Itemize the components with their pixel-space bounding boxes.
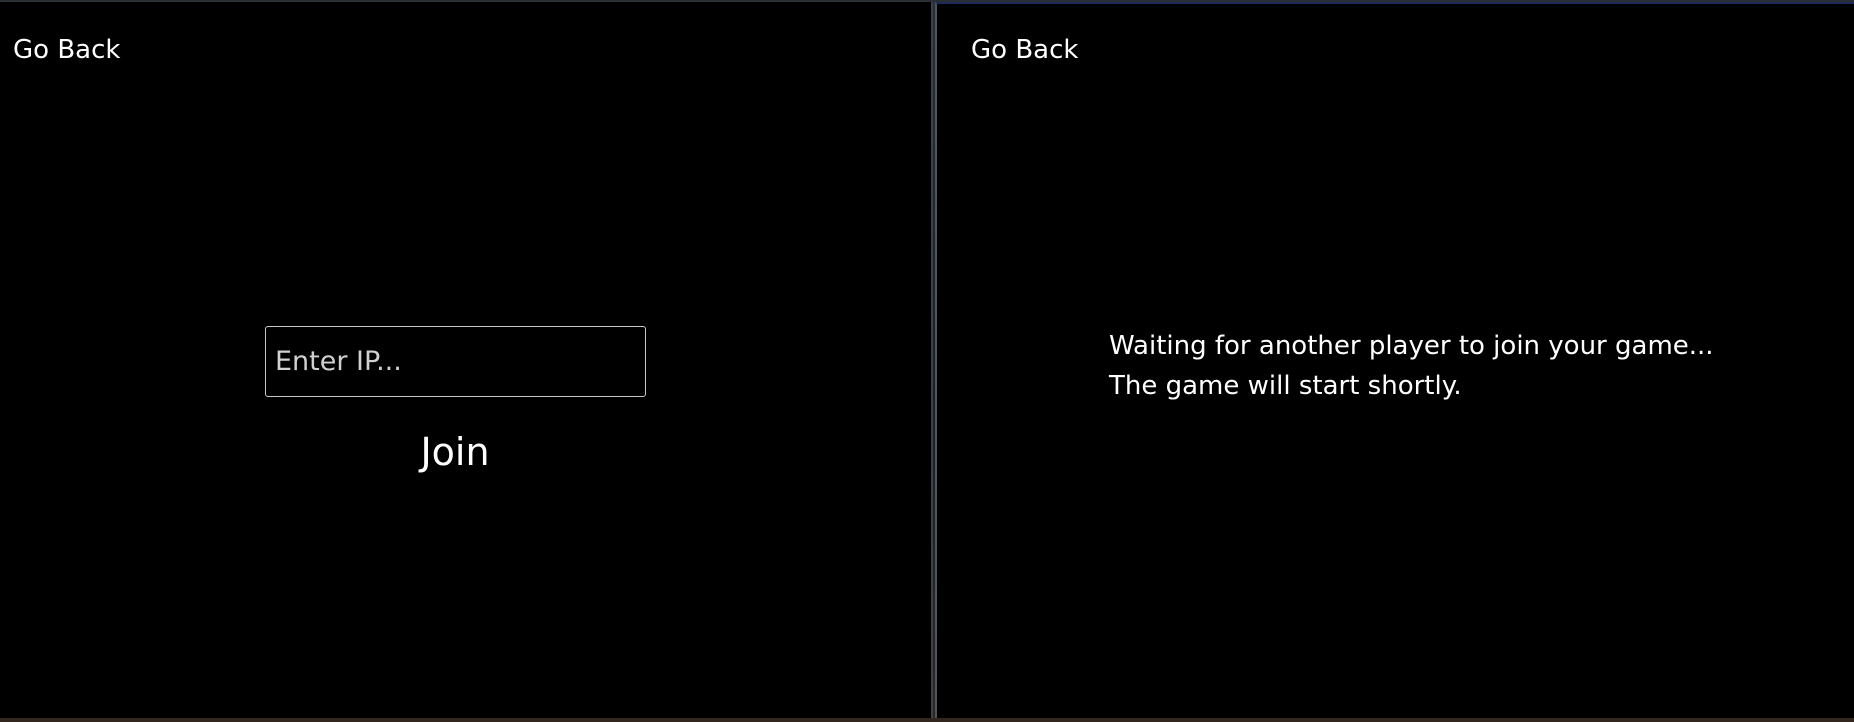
waiting-status-message: Waiting for another player to join your … — [1109, 326, 1714, 406]
join-button[interactable]: Join — [405, 426, 505, 478]
start-status-line: The game will start shortly. — [1109, 371, 1462, 401]
ip-address-input[interactable] — [265, 326, 646, 397]
go-back-button[interactable]: Go Back — [13, 34, 120, 66]
host-game-window: Go Back Waiting for another player to jo… — [935, 2, 1854, 718]
desktop: Go Back Join Go Back Waiting for another… — [0, 0, 1854, 722]
go-back-button[interactable]: Go Back — [971, 34, 1078, 66]
join-game-window: Go Back Join — [0, 2, 933, 718]
waiting-status-line: Waiting for another player to join your … — [1109, 331, 1714, 361]
